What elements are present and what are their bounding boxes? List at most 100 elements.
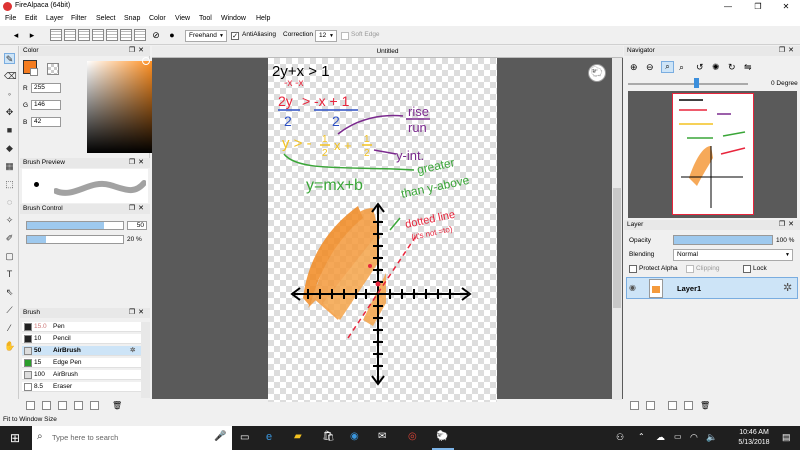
select-eraser-tool-icon[interactable]: ▢	[4, 251, 15, 262]
store-icon[interactable]: 🛍	[322, 431, 335, 442]
rotation-slider[interactable]	[628, 83, 748, 85]
gear-icon[interactable]: ✲	[783, 281, 792, 294]
color-picker-cursor[interactable]	[142, 57, 150, 65]
maximize-button[interactable]: ❐	[744, 0, 772, 13]
flip-icon[interactable]: ⇋	[744, 62, 752, 73]
navigator-viewport[interactable]	[672, 93, 754, 215]
menu-edit[interactable]: Edit	[25, 15, 37, 22]
trash-icon[interactable]: 🗑	[112, 401, 122, 410]
gradient-tool-icon[interactable]: ▦	[4, 161, 15, 172]
new-layer-icon[interactable]	[630, 401, 639, 410]
drawing-canvas[interactable]: 2y+x > 1 -x -x 2y > -x + 1 2 2 rise run …	[268, 58, 497, 402]
import-brush-icon[interactable]	[58, 401, 67, 410]
canvas-scroll-thumb[interactable]	[613, 188, 621, 308]
duplicate-brush-icon[interactable]	[42, 401, 51, 410]
snap-vanish-icon[interactable]	[92, 29, 104, 41]
menu-filter[interactable]: Filter	[71, 15, 87, 22]
clock-date[interactable]: 5/13/2018	[734, 439, 774, 446]
chrome-icon[interactable]: ◎	[408, 431, 417, 442]
eye-icon[interactable]: ◉	[629, 283, 636, 292]
snap-cross-icon[interactable]	[78, 29, 90, 41]
menu-color[interactable]: Color	[149, 15, 166, 22]
snap-off-icon[interactable]	[50, 29, 62, 41]
volume-icon[interactable]: 🔈	[706, 432, 717, 443]
teamviewer-icon[interactable]: ◉	[350, 431, 359, 442]
divide-tool-icon[interactable]: ⟋	[4, 305, 15, 316]
menu-window[interactable]: Window	[221, 15, 246, 22]
duplicate-layer-icon[interactable]	[668, 401, 677, 410]
panel-buttons-icon[interactable]: ❐✕	[129, 308, 147, 318]
layer-opacity-slider[interactable]	[673, 235, 773, 245]
bucket-tool-icon[interactable]: ◆	[4, 143, 15, 154]
panel-buttons-icon[interactable]: ❐✕	[779, 46, 797, 56]
export-brush-icon[interactable]	[74, 401, 83, 410]
brush-item-active[interactable]: 50 AirBrush ✲	[22, 346, 150, 356]
gear-icon[interactable]: ✲	[130, 346, 135, 356]
clipping-checkbox[interactable]	[686, 265, 694, 273]
lock-checkbox[interactable]	[743, 265, 751, 273]
merge-layer-icon[interactable]	[684, 401, 693, 410]
cloud-icon[interactable]: ☁	[656, 432, 665, 443]
menu-view[interactable]: View	[175, 15, 190, 22]
notification-icon[interactable]: ▤	[782, 432, 791, 443]
hand-tool-icon[interactable]: ✋	[4, 341, 15, 352]
g-input[interactable]: 146	[31, 100, 61, 110]
panel-buttons-icon[interactable]: ❐✕	[129, 46, 147, 56]
zoom-in-icon[interactable]: ⊕	[630, 62, 638, 73]
correction-select[interactable]: 12 ▼	[315, 30, 337, 42]
minimize-button[interactable]: —	[714, 0, 742, 13]
blending-select[interactable]: Normal ▼	[673, 249, 793, 261]
b-input[interactable]: 42	[31, 117, 61, 127]
prev-icon[interactable]: ◂	[10, 29, 22, 41]
menu-select[interactable]: Select	[96, 15, 115, 22]
new-folder-icon[interactable]	[646, 401, 655, 410]
select-tool-icon[interactable]: ⬚	[4, 179, 15, 190]
rotate-right-icon[interactable]: ↻	[728, 62, 736, 73]
brush-size-slider[interactable]	[26, 221, 124, 230]
menu-help[interactable]: Help	[256, 15, 270, 22]
snap-parallel-icon[interactable]	[64, 29, 76, 41]
task-view-icon[interactable]: ▭	[240, 432, 249, 443]
snap-radial-icon[interactable]	[106, 29, 118, 41]
select-pen-tool-icon[interactable]: ✐	[4, 233, 15, 244]
antialiasing-checkbox[interactable]: ✓	[231, 32, 239, 40]
trash-icon[interactable]: 🗑	[700, 401, 710, 410]
eyedropper-tool-icon[interactable]: ⁄	[4, 323, 15, 334]
copy-brush-icon[interactable]	[90, 401, 99, 410]
brush-item[interactable]: 10 Pencil	[22, 334, 150, 344]
soft-edge-checkbox[interactable]	[341, 32, 349, 40]
saturation-value-picker[interactable]	[87, 61, 155, 153]
pen-tool-icon[interactable]: ✎	[4, 53, 15, 64]
menu-tool[interactable]: Tool	[199, 15, 212, 22]
fit-window-icon[interactable]: ⌕	[661, 61, 674, 73]
fill-rect-tool-icon[interactable]: ■	[4, 125, 15, 136]
magic-wand-tool-icon[interactable]: ✧	[4, 215, 15, 226]
menu-layer[interactable]: Layer	[46, 15, 64, 22]
panel-buttons-icon[interactable]: ❐✕	[779, 220, 797, 230]
r-input[interactable]: 255	[31, 83, 61, 93]
brush-size-input[interactable]: 50	[127, 221, 147, 230]
dot-tool-icon[interactable]: ◦	[4, 89, 15, 100]
eraser-tool-icon[interactable]: ⌫	[4, 71, 17, 82]
canvas-vertical-scrollbar[interactable]	[612, 58, 622, 400]
pointer-tool-icon[interactable]: ⇖	[4, 287, 15, 298]
clock-time[interactable]: 10:46 AM	[734, 429, 774, 436]
snap-curve-icon[interactable]	[134, 29, 146, 41]
brush-item[interactable]: 15 Edge Pen	[22, 358, 150, 368]
layer-row[interactable]: ◉ Layer1 ✲	[626, 277, 798, 299]
file-explorer-icon[interactable]: ▰	[294, 431, 302, 442]
firealpaca-taskbar-icon[interactable]: 🐑	[436, 431, 448, 442]
zoom-out-icon[interactable]: ⊖	[646, 62, 654, 73]
menu-snap[interactable]: Snap	[124, 15, 140, 22]
next-icon[interactable]: ▸	[26, 29, 38, 41]
secondary-color-swatch[interactable]	[30, 68, 38, 76]
transparent-color-swatch[interactable]	[47, 63, 59, 75]
panel-buttons-icon[interactable]: ❐✕	[129, 204, 147, 214]
taskbar-search-box[interactable]: ⌕ Type here to search 🎤	[32, 426, 232, 450]
protect-alpha-checkbox[interactable]	[629, 265, 637, 273]
microphone-icon[interactable]: 🎤	[214, 431, 226, 442]
rotation-slider-thumb[interactable]	[694, 78, 699, 88]
brush-dot-icon[interactable]: ●	[166, 29, 178, 41]
snap-circle-icon[interactable]	[120, 29, 132, 41]
brush-opacity-slider[interactable]	[26, 235, 124, 244]
